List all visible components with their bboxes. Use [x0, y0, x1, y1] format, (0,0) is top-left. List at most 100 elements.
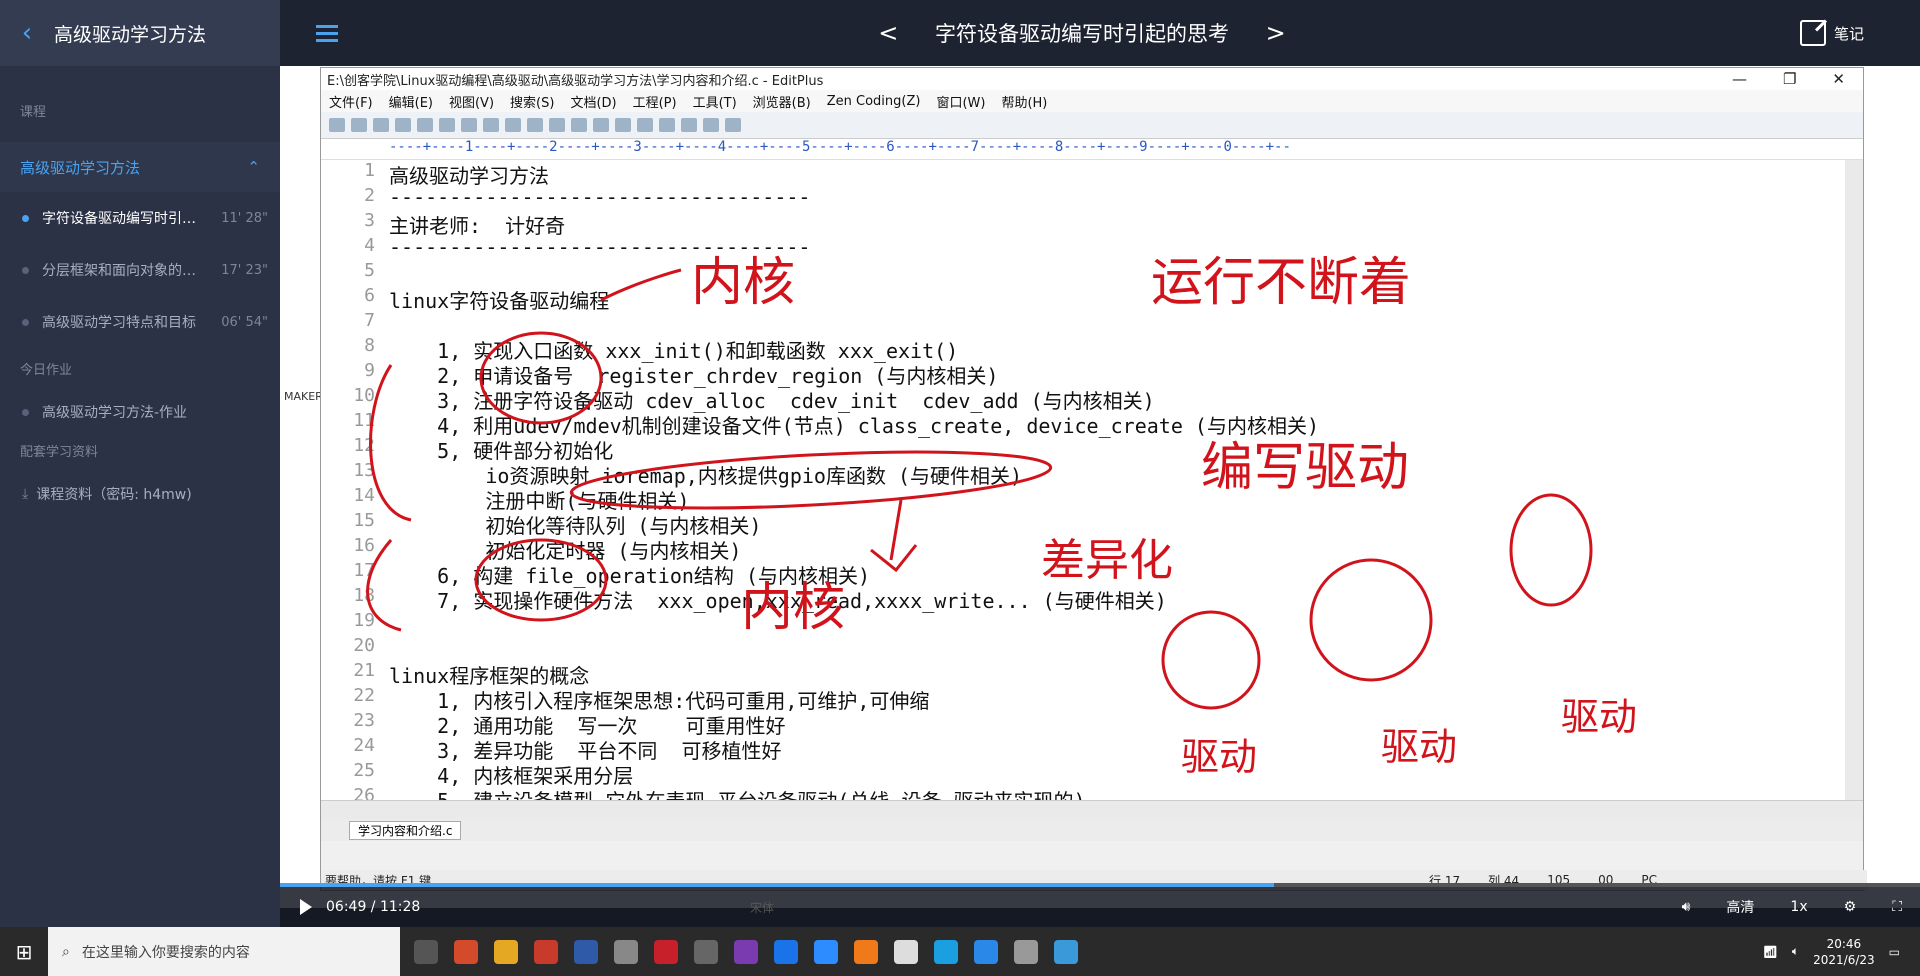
undo-icon[interactable]	[527, 118, 543, 132]
course-toggle[interactable]: 高级驱动学习方法 ⌃	[0, 142, 280, 192]
sidebar: ‹ 高级驱动学习方法 课程 高级驱动学习方法 ⌃ 字符设备驱动编写时引起... …	[0, 0, 280, 927]
menu-window[interactable]: 窗口(W)	[936, 92, 985, 111]
menu-file[interactable]: 文件(F)	[329, 92, 373, 111]
menu-search[interactable]: 搜索(S)	[510, 92, 554, 111]
next-lesson-button[interactable]: >	[1266, 19, 1286, 47]
fullscreen-icon[interactable]: ⛶	[1892, 899, 1902, 915]
makers-label: MAKER	[284, 390, 323, 403]
editor[interactable]: 1 高级驱动学习方法 2 ------------------------------…	[321, 160, 1863, 800]
lesson-nav: < 字符设备驱动编写时引起的思考 >	[364, 18, 1800, 48]
editplus-title: E:\创客学院\Linux驱动编程\高级驱动\高级驱动学习方法\学习内容和介绍.…	[327, 73, 824, 89]
settings-app-icon[interactable]	[1014, 939, 1038, 964]
ink-label: 编写驱动	[1201, 438, 1409, 498]
menu-project[interactable]: 工程(P)	[633, 92, 677, 111]
open-file-icon[interactable]	[351, 118, 367, 132]
taskbar-search[interactable]: ⌕ 在这里输入你要搜索的内容	[48, 927, 400, 976]
editplus-window: E:\创客学院\Linux驱动编程\高级驱动\高级驱动学习方法\学习内容和介绍.…	[320, 67, 1867, 891]
quality-button[interactable]: 高清	[1726, 897, 1754, 917]
prev-lesson-button[interactable]: <	[878, 19, 898, 47]
materials-item[interactable]: ⤓ 课程资料（密码: h4mw)	[0, 468, 280, 520]
notification-icon[interactable]: ▭	[1889, 945, 1900, 959]
lesson-title: 字符设备驱动编写时引起的思考	[934, 22, 1229, 46]
lesson-name: 高级驱动学习特点和目标	[42, 315, 196, 331]
task-view-icon[interactable]	[414, 939, 438, 964]
windows-start-icon[interactable]: ⊞	[0, 940, 48, 964]
cut-icon[interactable]	[461, 118, 477, 132]
lesson-dot-icon	[22, 214, 29, 222]
lesson-duration: 17' 23"	[221, 262, 268, 278]
copy-icon[interactable]	[483, 118, 499, 132]
redo-icon[interactable]	[549, 118, 565, 132]
lesson-item-3[interactable]: 高级驱动学习特点和目标 06' 54"	[0, 296, 280, 348]
window-icon[interactable]	[703, 118, 719, 132]
mail-icon[interactable]	[614, 939, 638, 964]
edge-icon[interactable]	[934, 939, 958, 964]
app-blue-icon[interactable]	[574, 939, 598, 964]
font-select[interactable]: 宋体	[750, 899, 774, 916]
store-icon[interactable]	[454, 939, 478, 964]
replace-icon[interactable]	[593, 118, 609, 132]
onenote-icon[interactable]	[734, 939, 758, 964]
maximize-icon[interactable]: ❐	[1783, 70, 1796, 88]
app-window-icon[interactable]	[1054, 939, 1078, 964]
print-icon[interactable]	[417, 118, 433, 132]
speed-button[interactable]: 1x	[1790, 899, 1807, 915]
horizontal-scrollbar[interactable]	[321, 800, 1863, 819]
document-tab[interactable]: 学习内容和介绍.c	[349, 820, 462, 840]
settings-icon[interactable]: ⚙	[1844, 899, 1857, 915]
zoom-icon[interactable]	[814, 939, 838, 964]
speaker-icon[interactable]: 🔈︎	[1792, 944, 1799, 959]
goto-icon[interactable]	[615, 118, 631, 132]
network-icon[interactable]: 📶︎	[1763, 945, 1778, 959]
download-icon: ⤓	[22, 486, 29, 502]
menu-edit[interactable]: 编辑(E)	[389, 92, 433, 111]
menu-document[interactable]: 文档(D)	[570, 92, 616, 111]
app-red-icon[interactable]	[534, 939, 558, 964]
check-icon[interactable]	[681, 118, 697, 132]
close-icon[interactable]: ✕	[1832, 70, 1845, 88]
editplus-titlebar: E:\创客学院\Linux驱动编程\高级驱动\高级驱动学习方法\学习内容和介绍.…	[321, 68, 1863, 90]
minimize-icon[interactable]: —	[1732, 70, 1747, 88]
save-all-icon[interactable]	[395, 118, 411, 132]
taskbar: ⊞ ⌕ 在这里输入你要搜索的内容 📶︎ 🔈︎ 20:46 2021/6/23 ▭	[0, 927, 1920, 976]
find-icon[interactable]	[571, 118, 587, 132]
camera-icon[interactable]	[694, 939, 718, 964]
homework-item[interactable]: 高级驱动学习方法-作业	[0, 386, 280, 438]
menu-browser[interactable]: 浏览器(B)	[753, 92, 811, 111]
help-icon[interactable]	[725, 118, 741, 132]
paste-icon[interactable]	[505, 118, 521, 132]
volume-icon[interactable]: 🔊︎	[1682, 899, 1691, 915]
time-display: 06:49 / 11:28	[326, 899, 421, 915]
menu-icon[interactable]	[316, 21, 364, 46]
player-controls: 06:49 / 11:28 宋体 🔊︎ 高清 1x ⚙ ⛶	[280, 883, 1920, 929]
photos-icon[interactable]	[774, 939, 798, 964]
back-icon[interactable]: ‹	[0, 18, 54, 48]
lesson-item-2[interactable]: 分层框架和面向对象的思想 17' 23"	[0, 244, 280, 296]
clock[interactable]: 20:46 2021/6/23	[1813, 936, 1875, 968]
app-white-icon[interactable]	[894, 939, 918, 964]
menu-help[interactable]: 帮助(H)	[1001, 92, 1047, 111]
save-icon[interactable]	[373, 118, 389, 132]
ink-label: 差异化	[1041, 535, 1173, 586]
progress-bar[interactable]	[280, 883, 1920, 887]
app-bird-icon[interactable]	[974, 939, 998, 964]
firefox-icon[interactable]	[854, 939, 878, 964]
font-icon[interactable]	[637, 118, 653, 132]
course-name: 高级驱动学习方法	[20, 158, 141, 177]
new-file-icon[interactable]	[329, 118, 345, 132]
clock-date: 2021/6/23	[1813, 952, 1875, 967]
note-button[interactable]: 笔记	[1799, 20, 1864, 46]
lesson-item-1[interactable]: 字符设备驱动编写时引起... 11' 28"	[0, 192, 280, 244]
folder-icon[interactable]	[494, 939, 518, 964]
menu-zen[interactable]: Zen Coding(Z)	[827, 94, 921, 109]
wordwrap-icon[interactable]	[659, 118, 675, 132]
menu-view[interactable]: 视图(V)	[449, 92, 494, 111]
topbar: < 字符设备驱动编写时引起的思考 > 笔记	[280, 0, 1920, 66]
app-red2-icon[interactable]	[654, 939, 678, 964]
spell-icon[interactable]	[439, 118, 455, 132]
search-icon: ⌕	[62, 943, 70, 960]
menu-tools[interactable]: 工具(T)	[693, 92, 737, 111]
vertical-scrollbar[interactable]	[1845, 160, 1863, 800]
play-icon[interactable]	[300, 899, 312, 915]
homework-dot-icon	[22, 408, 29, 416]
